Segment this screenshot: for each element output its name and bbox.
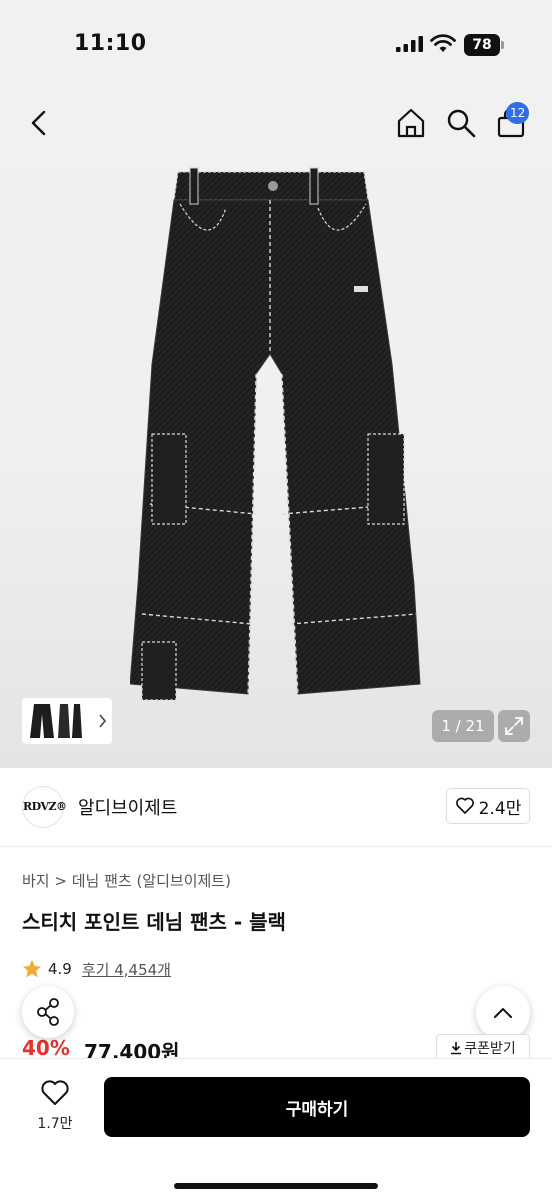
battery-icon: 78	[464, 34, 504, 56]
status-bar: 11:10 78	[0, 0, 552, 92]
buy-button[interactable]: 구매하기	[104, 1077, 530, 1137]
battery-level: 78	[464, 34, 500, 56]
heart-icon	[455, 797, 474, 814]
home-indicator	[174, 1183, 378, 1189]
review-count-link[interactable]: 후기 4,454개	[82, 959, 171, 980]
scroll-top-button[interactable]	[476, 986, 530, 1040]
gallery-thumbnail[interactable]	[22, 698, 112, 744]
download-icon	[451, 1042, 462, 1055]
image-counter: 1 / 21	[432, 710, 494, 742]
product-title: 스티치 포인트 데님 팬츠 - 블랙	[22, 910, 286, 934]
product-image[interactable]	[130, 164, 430, 704]
share-icon	[37, 998, 59, 1026]
back-icon[interactable]	[22, 106, 56, 140]
wishlist-button[interactable]: 1.7만	[22, 1079, 88, 1139]
thumbnail-image	[30, 704, 107, 738]
expand-icon[interactable]	[498, 710, 530, 742]
cart-count-badge: 12	[506, 102, 530, 124]
star-icon	[23, 960, 41, 978]
home-icon[interactable]	[394, 106, 428, 140]
heart-icon	[41, 1080, 69, 1105]
wishlist-count: 1.7만	[37, 1116, 73, 1132]
share-button[interactable]	[22, 986, 74, 1038]
search-icon[interactable]	[444, 106, 478, 140]
wifi-icon	[430, 34, 456, 52]
brand-like-count: 2.4만	[478, 798, 522, 819]
brand-logo[interactable]: RDVZ®	[22, 786, 67, 828]
brand-like-button[interactable]: 2.4만	[446, 788, 530, 824]
coupon-label: 쿠폰받기	[464, 1041, 516, 1057]
discount-rate: 40%	[22, 1036, 70, 1060]
divider	[0, 846, 552, 847]
status-time: 11:10	[74, 31, 147, 56]
rating-value: 4.9	[48, 960, 72, 978]
cellular-signal-icon	[396, 36, 423, 52]
product-gallery[interactable]: 12 1 / 21	[0, 92, 552, 768]
breadcrumb[interactable]: 바지 > 데님 팬츠 (알디브이제트)	[22, 870, 231, 891]
chevron-up-icon	[494, 1008, 512, 1018]
rating-row: 4.9 후기 4,454개	[22, 958, 171, 980]
bottom-action-bar: 1.7만 구매하기	[0, 1058, 552, 1200]
brand-name[interactable]: 알디브이제트	[78, 794, 177, 820]
